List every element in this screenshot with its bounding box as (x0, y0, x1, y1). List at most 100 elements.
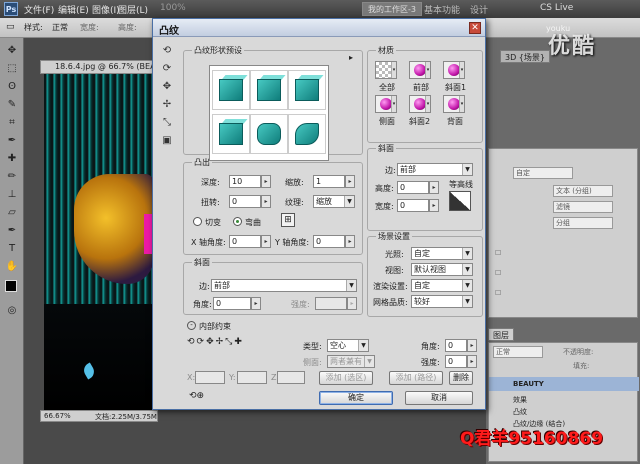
material-all-swatch[interactable]: ▾ (375, 61, 397, 79)
scale-spin-icon[interactable]: ▸ (345, 175, 355, 188)
slide-object-icon[interactable]: ✢ (159, 97, 175, 113)
roll-object-icon[interactable]: ⟳ (159, 61, 175, 77)
hand-tool-icon[interactable]: ✋ (3, 260, 21, 274)
preset-select[interactable]: 自定 (513, 167, 573, 179)
material-side-swatch[interactable]: ▾ (375, 95, 397, 113)
clone-stamp-icon[interactable]: ⊥ (3, 188, 21, 202)
preset-cube-5[interactable] (250, 114, 288, 154)
bevel-right-edge-select[interactable]: 前部 ▼ (397, 163, 473, 176)
inner-angle-input[interactable]: 0 (445, 339, 467, 352)
bevel-width-spin-icon[interactable]: ▸ (429, 199, 439, 212)
bevel-width-input[interactable]: 0 (397, 199, 429, 212)
contour-picker[interactable] (449, 191, 471, 211)
depth-spin-icon[interactable]: ▸ (261, 175, 271, 188)
bend-radio[interactable] (233, 217, 242, 226)
menu-file[interactable]: 文件(F) (24, 3, 54, 16)
quick-select-icon[interactable]: ✎ (3, 98, 21, 112)
add-path-button[interactable]: 添加 (路径) (389, 371, 443, 385)
reference-point-icon[interactable]: ⊞ (281, 213, 295, 227)
preset-menu-icon[interactable]: ▸ (349, 53, 353, 62)
constraint-tools-icon[interactable]: ⟲⟳✥✢⤡✚ (187, 337, 244, 347)
constraint-mini-icon[interactable]: ⟲⊕ (189, 391, 204, 401)
tab-3d-scene[interactable]: 3D {场景} (500, 50, 550, 63)
camera-icon[interactable]: ▣ (159, 133, 175, 149)
workspace-basic[interactable]: 基本功能 (424, 3, 460, 16)
yangle-input[interactable]: 0 (313, 235, 345, 248)
chevron-down-icon: ▼ (364, 356, 374, 367)
workspace-design[interactable]: 设计 (470, 3, 488, 16)
menu-image[interactable]: 图像(I) (92, 3, 120, 16)
drag-object-icon[interactable]: ✥ (159, 79, 175, 95)
cslive-button[interactable]: CS Live (540, 3, 573, 13)
bevel-angle-input[interactable]: 0 (213, 297, 251, 310)
workspace-active-button[interactable]: 我的工作区-3 (362, 2, 422, 16)
material-bevel1-swatch[interactable]: ▾ (443, 61, 465, 79)
scale-input[interactable]: 1 (313, 175, 345, 188)
bevel-height-spin-icon[interactable]: ▸ (429, 181, 439, 194)
brush-tool-icon[interactable]: ✏ (3, 170, 21, 184)
preset-cube-3[interactable] (288, 70, 326, 110)
scale-object-icon[interactable]: ⤡ (159, 115, 175, 131)
inner-angle-spin-icon[interactable]: ▸ (467, 339, 477, 352)
move-tool-icon[interactable]: ✥ (3, 44, 21, 58)
depth-input[interactable]: 10 (229, 175, 261, 188)
healing-brush-icon[interactable]: ✚ (3, 152, 21, 166)
preset-cube-2[interactable] (250, 70, 288, 110)
type-tool-icon[interactable]: T (3, 242, 21, 256)
twist-input[interactable]: 0 (229, 195, 261, 208)
eyedropper-icon[interactable]: ✒ (3, 134, 21, 148)
lasso-tool-icon[interactable]: ʘ (3, 80, 21, 94)
rotate-object-icon[interactable]: ⟲ (159, 43, 175, 59)
collapse-icon[interactable]: - (187, 321, 196, 330)
menu-edit[interactable]: 编辑(E) (58, 3, 89, 16)
menu-layer[interactable]: 图层(L) (118, 3, 148, 16)
pen-tool-icon[interactable]: ✒ (3, 224, 21, 238)
inner-strength-spin-icon[interactable]: ▸ (467, 355, 477, 368)
crop-tool-icon[interactable]: ⌗ (3, 116, 21, 130)
zoom-level[interactable]: 66.67% (44, 412, 71, 420)
xangle-spin-icon[interactable]: ▸ (261, 235, 271, 248)
xangle-input[interactable]: 0 (229, 235, 261, 248)
document-tab[interactable]: 18.6.4.jpg @ 66.7% (BEAU (40, 60, 164, 74)
yangle-spin-icon[interactable]: ▸ (345, 235, 355, 248)
lights-select[interactable]: 自定 ▼ (411, 247, 473, 260)
marquee-tool-icon[interactable]: ⬚ (3, 62, 21, 76)
material-back-swatch[interactable]: ▾ (443, 95, 465, 113)
material-bevel2-swatch[interactable]: ▾ (409, 95, 431, 113)
dialog-titlebar[interactable]: 凸纹 ✕ (153, 19, 485, 37)
text-group-select[interactable]: 文本 (分组) (553, 185, 613, 197)
render-select[interactable]: 自定 ▼ (411, 279, 473, 292)
document-canvas[interactable] (44, 74, 156, 410)
bevel-height-input[interactable]: 0 (397, 181, 429, 194)
shear-radio[interactable] (193, 217, 202, 226)
foreground-color[interactable] (5, 280, 17, 292)
twist-spin-icon[interactable]: ▸ (261, 195, 271, 208)
filter-select[interactable]: 滤镜 (553, 201, 613, 213)
delete-button[interactable]: 删除 (449, 371, 473, 385)
cancel-button[interactable]: 取消 (405, 391, 473, 405)
ok-button[interactable]: 确定 (319, 391, 393, 405)
bevel-edge-select[interactable]: 前部 ▼ (211, 279, 357, 292)
layer-row-beauty[interactable]: BEAUTY (489, 377, 639, 391)
mesh-select[interactable]: 较好 ▼ (411, 295, 473, 308)
add-selection-button[interactable]: 添加 (选区) (319, 371, 373, 385)
inner-type-select[interactable]: 空心 ▼ (327, 339, 369, 352)
preset-cube-1[interactable] (212, 70, 250, 110)
quick-mask-icon[interactable]: ◎ (3, 304, 21, 318)
eraser-icon[interactable]: ▱ (3, 206, 21, 220)
artwork-ornament (74, 174, 154, 284)
marquee-tool-icon[interactable]: ▭ (6, 22, 15, 32)
preset-cube-6[interactable] (288, 114, 326, 154)
zoom-select[interactable]: 100% (160, 3, 186, 13)
group-select[interactable]: 分组 (553, 217, 613, 229)
close-icon[interactable]: ✕ (469, 22, 481, 34)
options-style-value[interactable]: 正常 (52, 22, 68, 33)
inner-strength-input[interactable]: 0 (445, 355, 467, 368)
texture-select[interactable]: 缩放 ▼ (313, 195, 355, 208)
tab-layers[interactable]: 图层 (488, 328, 514, 341)
view-select[interactable]: 默认视图 ▼ (411, 263, 473, 276)
blend-mode-select[interactable]: 正常 (493, 346, 543, 358)
preset-cube-4[interactable] (212, 114, 250, 154)
material-front-swatch[interactable]: ▾ (409, 61, 431, 79)
bevel-angle-spin-icon[interactable]: ▸ (251, 297, 261, 310)
